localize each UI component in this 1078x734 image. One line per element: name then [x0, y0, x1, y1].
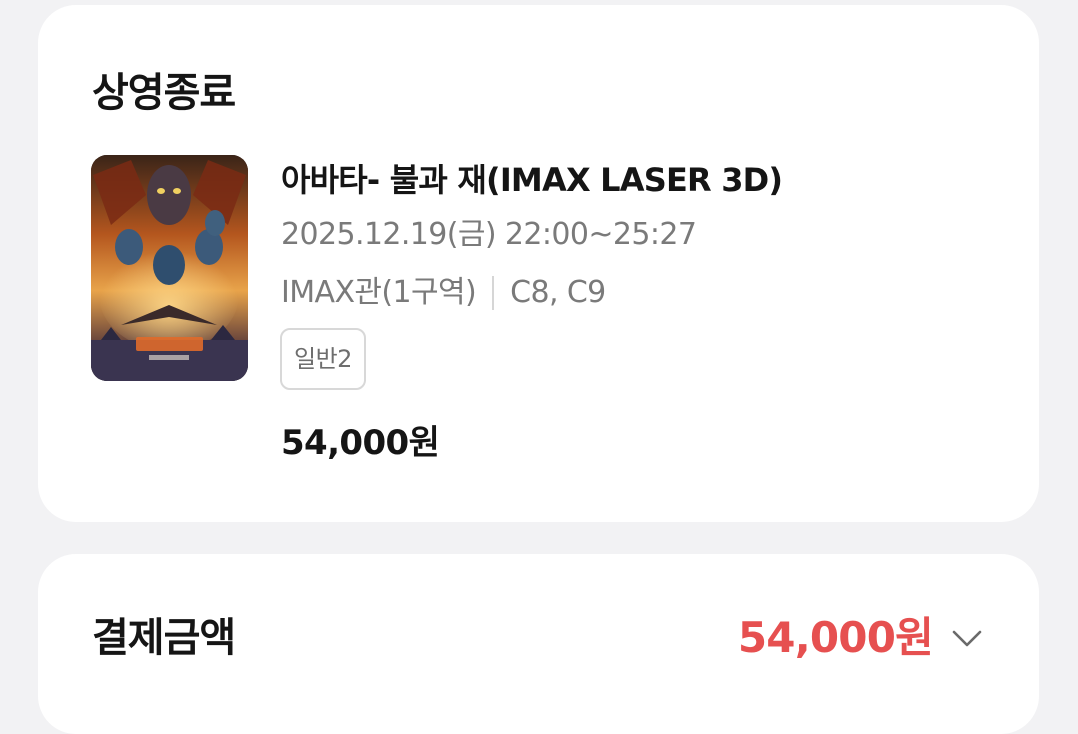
chevron-down-icon[interactable]: [949, 626, 985, 650]
movie-poster[interactable]: [91, 155, 248, 381]
payment-amount-label: 결제금액: [92, 615, 236, 661]
ticket-price: 54,000원: [281, 423, 440, 463]
screening-status-title: 상영종료: [92, 70, 236, 116]
movie-title[interactable]: 아바타- 불과 재(IMAX LASER 3D): [281, 159, 783, 201]
showtime: 2025.12.19(금) 22:00~25:27: [281, 217, 697, 252]
ticket-card: 상영종료 아바타- 불과 재(IMAX LASER 3D) 2025.12.19…: [38, 5, 1039, 522]
hall-name: IMAX관(1구역): [281, 275, 477, 310]
payment-card[interactable]: 결제금액 54,000원: [38, 554, 1039, 734]
movie-poster-image: [91, 155, 248, 381]
divider: [492, 276, 495, 310]
audience-type-badge: 일반2: [280, 328, 366, 390]
payment-amount: 54,000원: [737, 613, 934, 662]
seat-numbers: C8, C9: [510, 275, 606, 310]
hall-seat-info: IMAX관(1구역) C8, C9: [281, 273, 606, 313]
